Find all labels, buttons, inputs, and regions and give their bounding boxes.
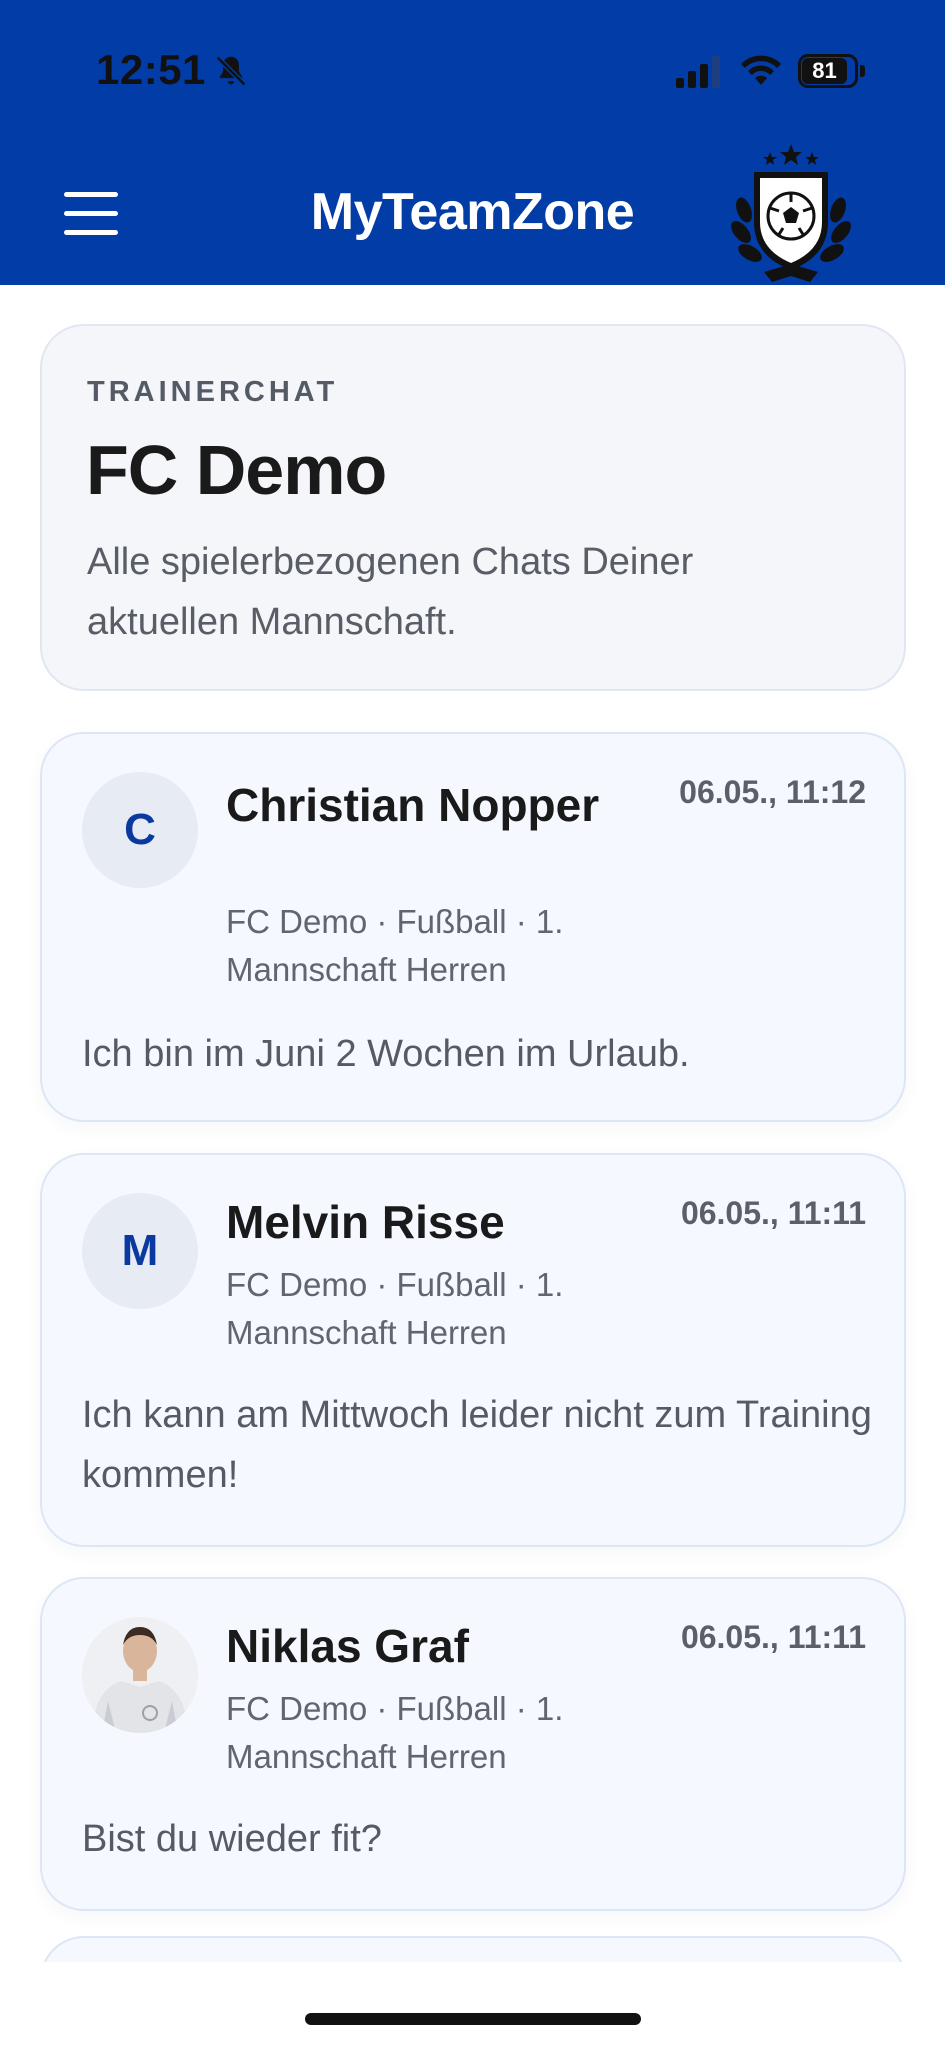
section-eyebrow: TRAINERCHAT bbox=[87, 376, 339, 408]
battery-icon: 81 bbox=[798, 54, 866, 88]
chat-item-niklas-graf[interactable]: Niklas Graf 06.05., 11:11 FC Demo · Fußb… bbox=[40, 1577, 906, 1911]
chat-timestamp: 06.05., 11:12 bbox=[679, 774, 866, 810]
trainerchat-header-card: TRAINERCHAT FC Demo Alle spielerbezogene… bbox=[40, 324, 906, 691]
status-time: 12:51 bbox=[96, 46, 206, 93]
chat-name: Melvin Risse bbox=[226, 1196, 505, 1248]
bottom-safe-area bbox=[0, 1962, 945, 2048]
chat-name: Niklas Graf bbox=[226, 1620, 469, 1672]
app-header: 12:51 81 MyTeamZone bbox=[0, 0, 945, 285]
home-indicator[interactable] bbox=[305, 2013, 641, 2025]
chat-item-melvin-risse[interactable]: M Melvin Risse 06.05., 11:11 FC Demo · F… bbox=[40, 1153, 906, 1547]
chat-timestamp: 06.05., 11:11 bbox=[680, 1619, 866, 1655]
chat-team-meta: FC Demo · Fußball · 1. Mannschaft Herren bbox=[226, 1690, 564, 1775]
team-subtitle: Alle spielerbezogenen Chats Deiner aktue… bbox=[87, 541, 694, 643]
chat-timestamp: 06.05., 11:11 bbox=[680, 1195, 866, 1231]
chat-item-christian-nopper[interactable]: C Christian Nopper 06.05., 11:12 FC Demo… bbox=[40, 732, 906, 1122]
chat-team-meta: FC Demo · Fußball · 1. Mannschaft Herren bbox=[226, 903, 564, 988]
chat-last-message: Ich bin im Juni 2 Wochen im Urlaub. bbox=[82, 1033, 690, 1075]
player-photo-avatar bbox=[82, 1617, 198, 1733]
chat-last-message: Bist du wieder fit? bbox=[82, 1818, 382, 1860]
chat-name: Christian Nopper bbox=[226, 779, 600, 831]
wifi-icon bbox=[741, 55, 781, 85]
team-title: FC Demo bbox=[86, 431, 387, 509]
battery-percent: 81 bbox=[812, 58, 837, 83]
signal-icon bbox=[676, 56, 720, 88]
avatar: C bbox=[82, 772, 198, 888]
club-crest-logo[interactable] bbox=[724, 140, 858, 286]
chat-team-meta: FC Demo · Fußball · 1. Mannschaft Herren bbox=[226, 1266, 564, 1351]
bell-slash-icon bbox=[215, 55, 247, 87]
status-bar: 12:51 81 bbox=[0, 0, 945, 140]
chat-last-message: Ich kann am Mittwoch leider nicht zum Tr… bbox=[82, 1394, 872, 1496]
avatar: M bbox=[82, 1193, 198, 1309]
